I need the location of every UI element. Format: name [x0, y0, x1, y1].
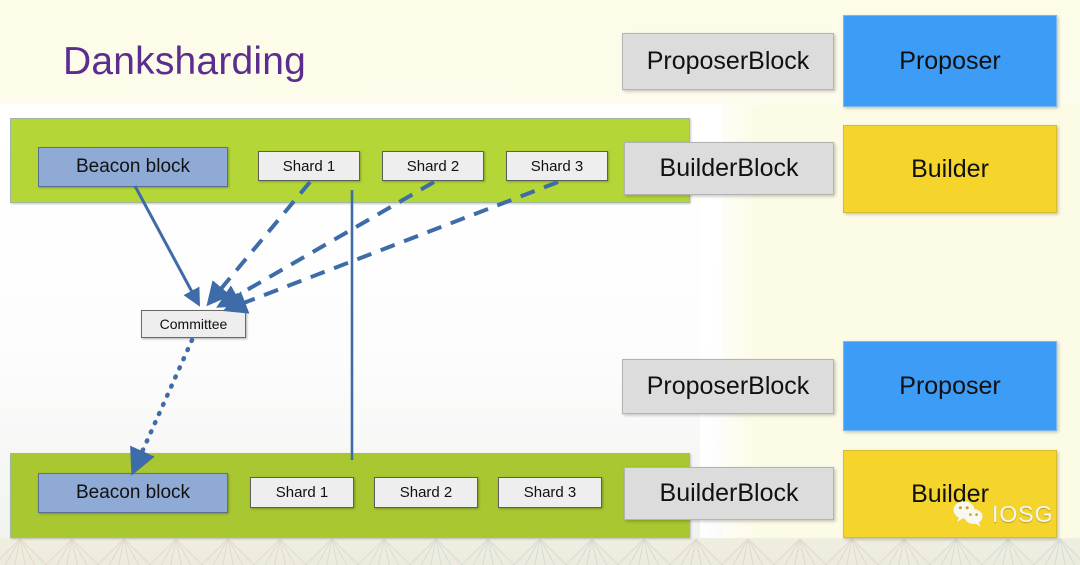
upper-builder-block[interactable]: BuilderBlock [624, 142, 834, 195]
wechat-icon [953, 501, 983, 527]
upper-shard-3[interactable]: Shard 3 [506, 151, 608, 181]
slide-title: Danksharding [63, 40, 307, 83]
lower-shard-1[interactable]: Shard 1 [250, 477, 354, 508]
upper-shard-1[interactable]: Shard 1 [258, 151, 360, 181]
bottom-fan-decoration [0, 538, 1080, 565]
upper-proposer-block[interactable]: ProposerBlock [622, 33, 834, 90]
committee-box[interactable]: Committee [141, 310, 246, 338]
watermark-label: IOSG [992, 500, 1054, 527]
lower-shard-2[interactable]: Shard 2 [374, 477, 478, 508]
watermark: IOSG [952, 500, 1054, 528]
upper-builder[interactable]: Builder [843, 125, 1057, 213]
lower-builder-block[interactable]: BuilderBlock [624, 467, 834, 520]
lower-proposer[interactable]: Proposer [843, 341, 1057, 431]
lower-beacon-block[interactable]: Beacon block [38, 473, 228, 513]
upper-beacon-block[interactable]: Beacon block [38, 147, 228, 187]
upper-shard-2[interactable]: Shard 2 [382, 151, 484, 181]
slide-canvas: Danksharding Beacon block Shard 1 Shard … [0, 0, 1080, 565]
lower-shard-3[interactable]: Shard 3 [498, 477, 602, 508]
lower-proposer-block[interactable]: ProposerBlock [622, 359, 834, 414]
upper-proposer[interactable]: Proposer [843, 15, 1057, 107]
